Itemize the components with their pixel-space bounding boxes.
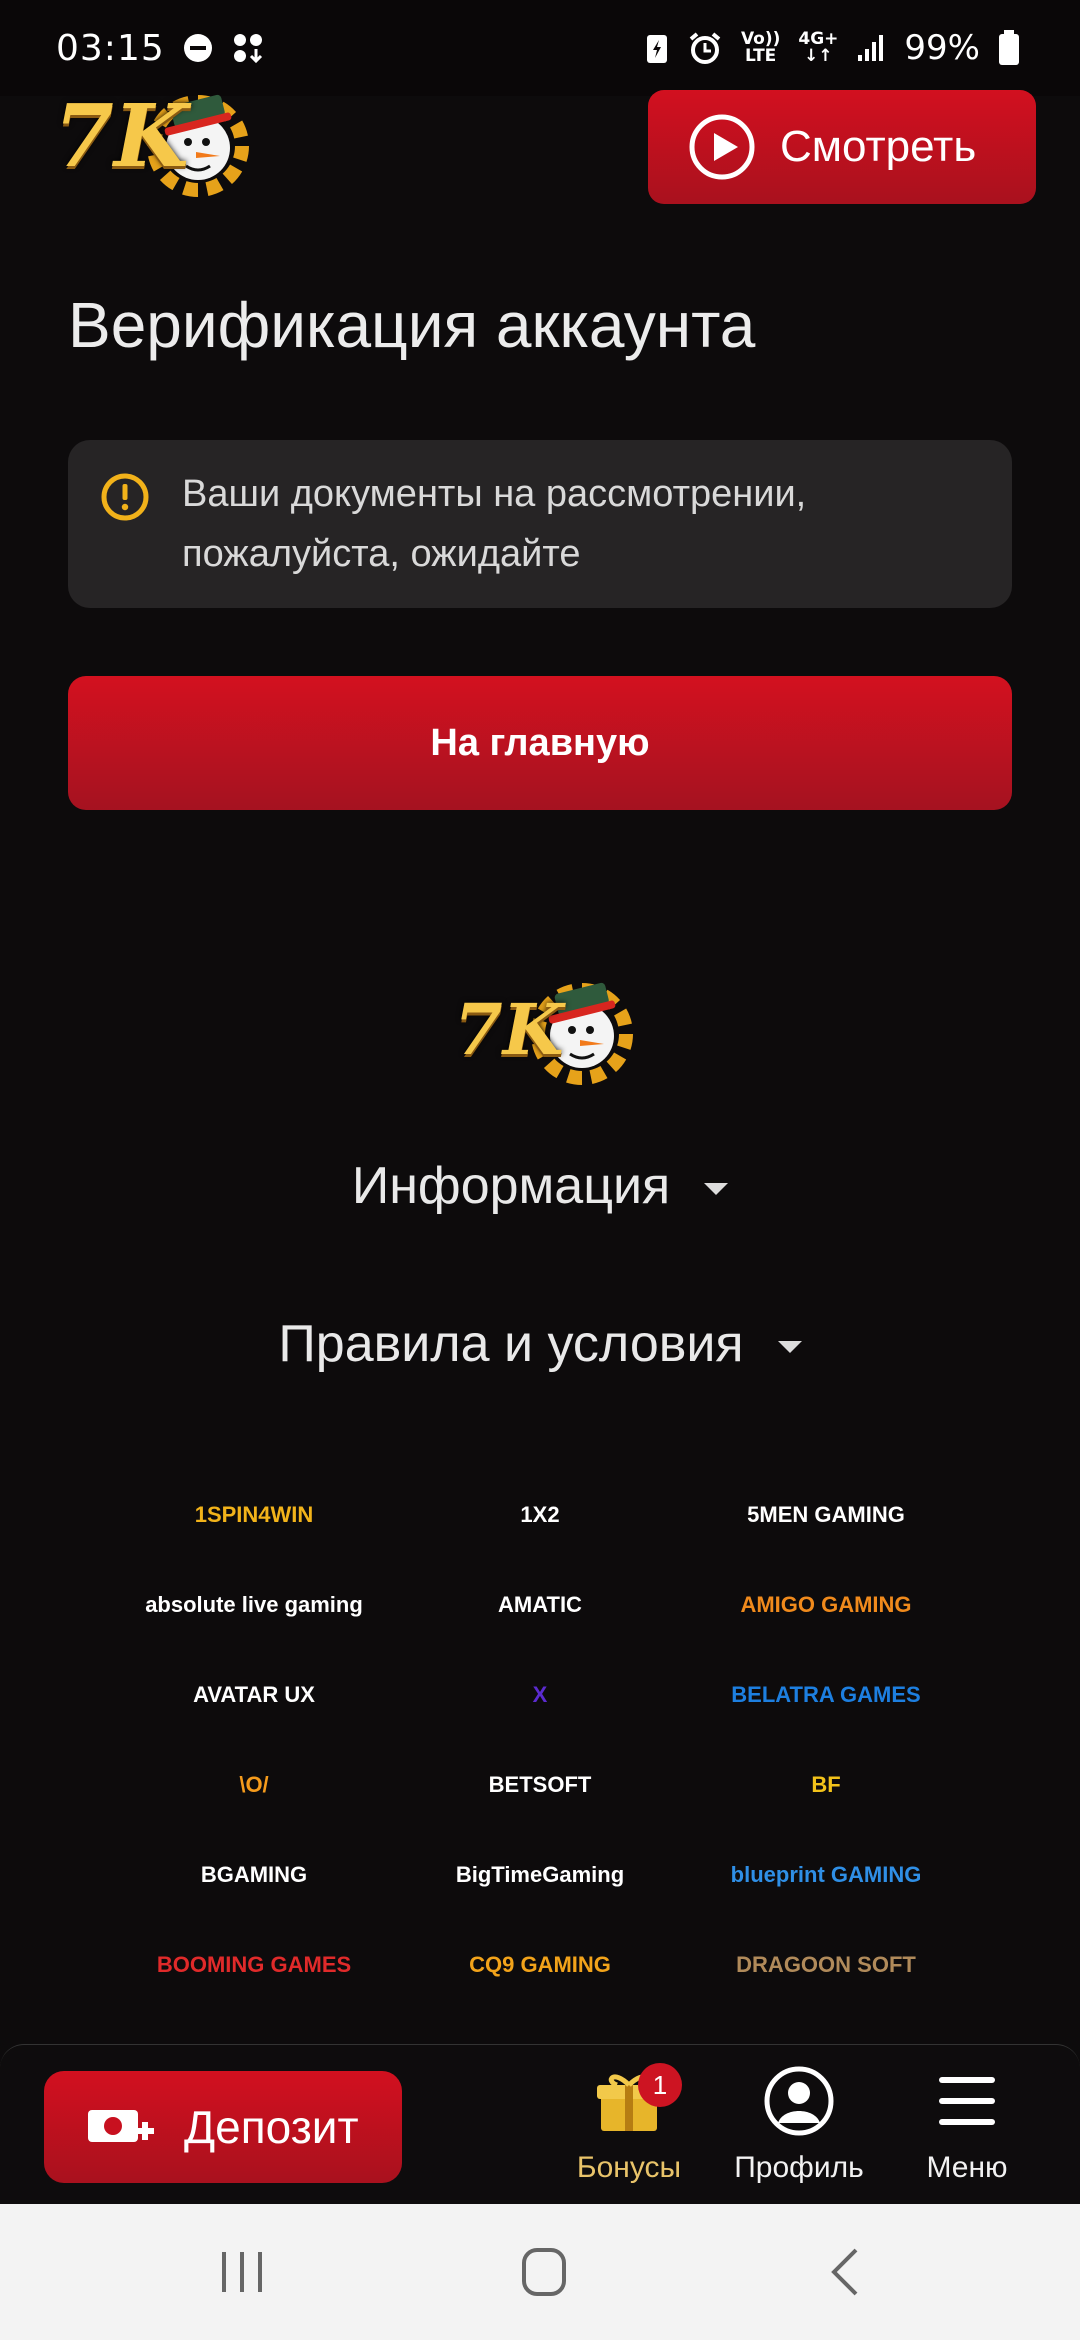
notification-dots-icon (233, 34, 262, 64)
verification-notice: Ваши документы на рассмотрении, пожалуйс… (68, 440, 1012, 608)
alarm-icon (689, 32, 721, 64)
nav-bonuses-label: Бонусы (576, 2151, 682, 2184)
warning-icon (101, 473, 149, 521)
home-button[interactable]: На главную (68, 676, 1012, 810)
nav-menu-label: Меню (926, 2151, 1008, 2184)
nav-profile[interactable]: Профиль (724, 2065, 874, 2185)
site-header: 7K Смотреть (0, 80, 1080, 220)
provider-logo[interactable]: absolute live gaming (104, 1570, 404, 1640)
battery-percent: 99% (904, 28, 980, 68)
footer-logo-text: 7K (454, 988, 564, 1071)
deposit-money-icon (88, 2110, 154, 2142)
hamburger-menu-icon (939, 2077, 995, 2125)
play-circle-icon (689, 114, 755, 180)
provider-logo[interactable]: AMATIC (390, 1570, 690, 1640)
profile-icon (764, 2066, 834, 2136)
footer-logo[interactable]: 7K (454, 970, 634, 1086)
nav-menu[interactable]: Меню (892, 2065, 1042, 2185)
volte-indicator: Vo)) LTE (740, 29, 781, 66)
bottom-nav: Депозит 1 Бонусы Профиль Меню (0, 2044, 1080, 2205)
provider-logo[interactable]: BGAMING (104, 1840, 404, 1910)
recent-apps-icon[interactable] (212, 2242, 272, 2302)
deposit-button-label: Депозит (184, 2101, 359, 2153)
provider-logo[interactable]: blueprint GAMING (676, 1840, 976, 1910)
provider-logo[interactable]: CQ9 GAMING (390, 1930, 690, 2000)
battery-icon (999, 30, 1019, 65)
provider-logo[interactable]: X (390, 1660, 690, 1730)
page-title: Верификация аккаунта (68, 289, 756, 361)
do-not-disturb-icon (183, 34, 212, 62)
provider-logo[interactable]: BF (676, 1750, 976, 1820)
provider-logo[interactable]: AMIGO GAMING (676, 1570, 976, 1640)
site-logo[interactable]: 7K (54, 80, 249, 197)
home-nav-icon[interactable] (514, 2242, 574, 2302)
deposit-button[interactable]: Депозит (44, 2071, 402, 2183)
battery-saver-icon (646, 35, 667, 63)
rules-section-label: Правила и условия (278, 1315, 744, 1373)
network-type-indicator: 4G+ ↓↑ (798, 29, 839, 66)
nav-bonuses[interactable]: 1 Бонусы (554, 2063, 704, 2185)
provider-logo[interactable]: BETSOFT (390, 1750, 690, 1820)
provider-logo[interactable]: \O/ (104, 1750, 404, 1820)
provider-logo[interactable]: DRAGOON SOFT (676, 1930, 976, 2000)
rules-section-toggle[interactable]: Правила и условия (0, 1314, 1080, 1374)
provider-logo[interactable]: BOOMING GAMES (104, 1930, 404, 2000)
provider-logo[interactable]: AVATAR UX (104, 1660, 404, 1730)
caret-down-icon (777, 1341, 802, 1354)
logo-text: 7K (54, 86, 189, 187)
watch-button[interactable]: Смотреть (648, 90, 1036, 204)
provider-logo[interactable]: 1SPIN4WIN (104, 1480, 404, 1550)
signal-icon (858, 35, 884, 61)
info-section-toggle[interactable]: Информация (0, 1156, 1080, 1216)
caret-down-icon (704, 1183, 729, 1196)
bonuses-badge: 1 (638, 2063, 682, 2107)
status-time: 03:15 (56, 27, 165, 69)
system-nav-bar (0, 2204, 1080, 2340)
provider-logo[interactable]: BELATRA GAMES (676, 1660, 976, 1730)
info-section-label: Информация (351, 1157, 671, 1215)
notice-text: Ваши документы на рассмотрении, пожалуйс… (182, 473, 807, 575)
provider-logo[interactable]: 1X2 (390, 1480, 690, 1550)
nav-profile-label: Профиль (734, 2151, 864, 2184)
provider-logo[interactable]: BigTimeGaming (390, 1840, 690, 1910)
provider-logo[interactable]: 5MEN GAMING (676, 1480, 976, 1550)
watch-button-label: Смотреть (780, 122, 977, 171)
back-nav-icon[interactable] (818, 2242, 878, 2302)
